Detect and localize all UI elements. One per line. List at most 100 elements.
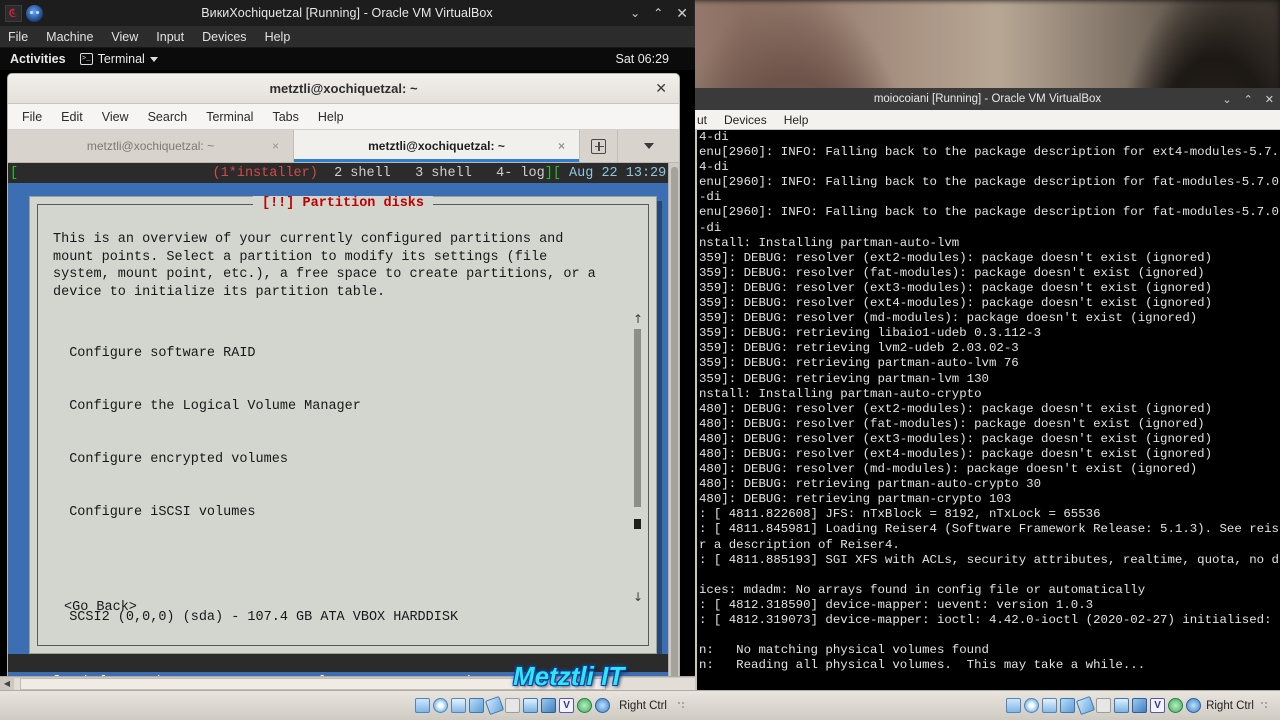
partition-list[interactable]: Configure software RAID Configure the Lo… [53,310,630,692]
optical-disk-icon[interactable] [433,698,449,713]
guest-screen[interactable]: Activities >_ Terminal Sat 06:29 metztli… [0,48,695,696]
right-vm-host-key: Right Ctrl [1206,699,1254,712]
right-vm-titlebar[interactable]: moiocoiani [Running] - Oracle VM Virtual… [695,88,1280,110]
vm-preview-icon [26,4,43,22]
menu-terminal[interactable]: Terminal [206,110,253,124]
virtualbox-window-left[interactable]: ВикиXochiquetzal [Running] - Oracle VM V… [0,0,695,720]
menu-edit[interactable]: Edit [61,110,83,124]
chevron-down-icon[interactable] [149,56,158,62]
keyboard-icon[interactable] [595,698,611,713]
left-vm-statusbar[interactable]: V Right Ctrl [0,690,695,720]
optical-disk-icon[interactable] [1024,698,1040,713]
hard-disk-icon[interactable] [1006,698,1022,713]
right-vm-menubar[interactable]: ut Devices Help [695,110,1280,130]
menu-view[interactable]: View [111,30,138,44]
resize-grip-icon[interactable] [1260,700,1270,711]
resize-grip-icon[interactable] [677,700,687,711]
menu-help[interactable]: Help [318,110,344,124]
right-vm-title: moiocoiani [Running] - Oracle VM Virtual… [873,93,1102,105]
display-icon[interactable] [523,698,539,713]
display-icon[interactable] [1114,698,1130,713]
menu-file[interactable]: File [8,30,28,44]
close-icon[interactable]: ✕ [676,6,688,20]
tmux-window-installer[interactable]: (1*installer) [213,166,318,181]
menu-devices[interactable]: Devices [202,30,246,44]
go-back-button[interactable]: <Go Back> [64,600,137,615]
scrollbar-marker [634,519,641,529]
mouse-integration-icon[interactable] [577,698,593,713]
network-icon[interactable] [1060,698,1076,713]
menu-input[interactable]: Input [156,30,184,44]
tmux-window-list[interactable]: 2 shell 3 shell 4- log [318,166,545,181]
menu-search[interactable]: Search [148,110,188,124]
terminal-menubar[interactable]: File Edit View Search Terminal Tabs Help [8,104,679,130]
terminal-tabs-bar[interactable]: metztli@xochiquetzal: ~ × metztli@xochiq… [8,130,679,163]
mouse-integration-icon[interactable] [1168,698,1184,713]
minimize-icon[interactable]: ⌄ [1222,93,1231,106]
scroll-down-arrow-icon[interactable]: ↓ [633,591,643,603]
network-icon[interactable] [469,698,485,713]
shared-folder-icon[interactable] [505,698,521,713]
left-vm-titlebar-icons [0,4,43,22]
menu-input-truncated[interactable]: ut [697,113,707,127]
installer-scrollbar[interactable]: ↑ ↓ [631,313,643,603]
menu-tabs[interactable]: Tabs [272,110,298,124]
keyboard-icon[interactable] [1186,698,1202,713]
menu-machine[interactable]: Machine [46,30,93,44]
hard-disk-icon[interactable] [415,698,431,713]
right-vm-window-buttons[interactable]: ⌄ ⌃ ✕ [1222,93,1274,106]
scroll-up-arrow-icon[interactable]: ↑ [633,313,643,325]
partition-disks-dialog[interactable]: [!!] Partition disks This is an overview… [29,196,657,678]
menu-devices[interactable]: Devices [724,113,767,127]
menu-help[interactable]: Help [784,113,809,127]
scroll-left-arrow-icon[interactable]: ◀ [0,679,14,688]
menu-file[interactable]: File [22,110,42,124]
close-icon[interactable]: ✕ [1265,93,1274,106]
list-item[interactable]: Configure the Logical Volume Manager [53,398,630,416]
terminal-titlebar[interactable]: metztli@xochiquetzal: ~ ✕ [8,74,679,104]
menu-help[interactable]: Help [265,30,291,44]
left-vm-status-icons[interactable]: V [415,695,611,716]
usb-icon[interactable] [484,695,505,716]
left-vm-window-buttons[interactable]: ⌄ ⌃ ✕ [630,0,688,26]
floppy-icon[interactable] [1042,698,1058,713]
floppy-icon[interactable] [451,698,467,713]
minimize-icon[interactable]: ⌄ [630,7,640,19]
virtualization-icon[interactable]: V [559,698,575,713]
terminal-tab-1[interactable]: metztli@xochiquetzal: ~ × [8,130,294,162]
new-tab-button[interactable] [580,130,618,162]
terminal-vertical-scrollbar[interactable] [668,163,679,692]
metztli-it-watermark: Metztli IT [513,661,625,691]
menu-view[interactable]: View [102,110,129,124]
scrollbar-thumb[interactable] [671,167,678,692]
gnome-clock[interactable]: Sat 06:29 [615,52,669,66]
maximize-icon[interactable]: ⌃ [653,7,663,19]
scrollbar-thumb[interactable] [634,329,641,507]
list-item[interactable]: Configure iSCSI volumes [53,504,630,522]
virtualization-icon[interactable]: V [1150,698,1166,713]
usb-icon[interactable] [1075,695,1096,716]
recording-icon[interactable] [1132,698,1148,713]
debian-installer-canvas[interactable]: [!!] Partition disks This is an overview… [8,183,679,692]
left-vm-menubar[interactable]: File Machine View Input Devices Help [0,26,694,48]
right-vm-statusbar[interactable]: V Right Ctrl [695,690,1280,720]
close-icon[interactable]: × [558,139,565,153]
maximize-icon[interactable]: ⌃ [1244,93,1253,106]
right-vm-status-icons[interactable]: V [1006,695,1202,716]
close-icon[interactable]: × [272,139,279,153]
list-item[interactable]: Configure encrypted volumes [53,451,630,469]
close-icon[interactable]: ✕ [655,80,667,97]
activities-button[interactable]: Activities [10,52,66,66]
terminal-body[interactable]: [ (1*installer) 2 shell 3 shell 4- log][… [8,163,679,692]
gnome-terminal-window[interactable]: metztli@xochiquetzal: ~ ✕ File Edit View… [7,73,680,693]
app-menu-terminal[interactable]: >_ Terminal [79,52,158,66]
recording-icon[interactable] [541,698,557,713]
gnome-top-bar[interactable]: Activities >_ Terminal Sat 06:29 [0,48,695,70]
virtualbox-window-right[interactable]: moiocoiani [Running] - Oracle VM Virtual… [695,88,1280,720]
disk-header[interactable]: SCSI2 (0,0,0) (sda) - 107.4 GB ATA VBOX … [53,609,630,627]
left-vm-titlebar[interactable]: ВикиXochiquetzal [Running] - Oracle VM V… [0,0,694,26]
shared-folder-icon[interactable] [1096,698,1112,713]
tab-list-menu-button[interactable] [618,130,679,162]
terminal-tab-2[interactable]: metztli@xochiquetzal: ~ × [294,130,580,162]
list-item[interactable]: Configure software RAID [53,345,630,363]
